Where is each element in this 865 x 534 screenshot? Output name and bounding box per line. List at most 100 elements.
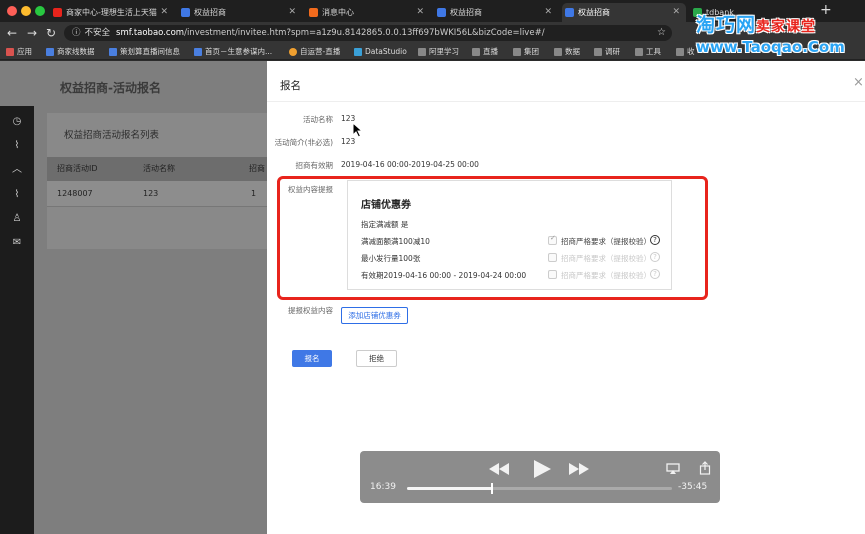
bookmark-item[interactable]: 首页－生意参谋内... bbox=[194, 46, 272, 58]
period-value: 2019-04-16 00:00-2019-04-25 00:00 bbox=[341, 160, 479, 169]
bookmark-folder[interactable]: 数据 bbox=[554, 46, 580, 58]
left-nav-rail: ◷ ⌇ ︿ ⌇ ♙ ✉ bbox=[0, 106, 34, 534]
share-icon[interactable] bbox=[699, 461, 711, 475]
url-path: /investment/invitee.htm?spm=a1z9u.814286… bbox=[184, 28, 545, 38]
table-header: 招商活动ID 活动名称 招商 bbox=[47, 157, 277, 181]
page-icon bbox=[46, 48, 54, 56]
attachment-icon[interactable]: ⌇ bbox=[11, 189, 23, 201]
minimize-window-button[interactable] bbox=[21, 6, 31, 16]
bookmark-apps[interactable]: 应用 bbox=[6, 46, 32, 58]
activity-intro-label: 活动简介(非必选) bbox=[274, 138, 333, 147]
bookmark-label: 工具 bbox=[646, 47, 661, 56]
screen: 商家中心-理想生活上天猫 ✕ 权益招商 ✕ 消息中心 ✕ 权益招商 ✕ 权益招商… bbox=[0, 0, 865, 534]
play-icon[interactable] bbox=[532, 459, 552, 479]
security-label: 不安全 bbox=[84, 28, 111, 38]
highlight-annotation bbox=[277, 176, 708, 300]
period-label: 招商有效期 bbox=[295, 161, 334, 170]
divider bbox=[267, 101, 865, 102]
page-favicon-icon bbox=[181, 8, 190, 17]
bookmark-label: 集团 bbox=[524, 47, 539, 56]
tab-close-icon[interactable]: ✕ bbox=[160, 3, 168, 22]
chevron-up-icon[interactable]: ︿ bbox=[11, 164, 23, 176]
back-arrow-icon[interactable]: ← bbox=[7, 25, 17, 41]
video-player-controls: 16:39 -35:45 bbox=[360, 451, 720, 503]
tab-close-icon[interactable]: ✕ bbox=[288, 3, 296, 22]
info-icon[interactable]: ⓘ bbox=[72, 28, 81, 38]
browser-tab-3[interactable]: 消息中心 ✕ bbox=[306, 3, 430, 22]
activity-intro-value: 123 bbox=[341, 137, 356, 146]
forward-arrow-icon[interactable]: → bbox=[27, 25, 37, 41]
bookmark-label: 商家线数据 bbox=[57, 47, 95, 56]
datastudio-icon bbox=[354, 48, 362, 56]
bookmark-label: 数据 bbox=[565, 47, 580, 56]
bookmark-item[interactable]: 自运营-直播 bbox=[289, 46, 340, 58]
browser-tab-5-active[interactable]: 权益招商 ✕ bbox=[562, 3, 686, 22]
bookmark-label: 直播 bbox=[483, 47, 498, 56]
bookmark-label: 应用 bbox=[17, 47, 32, 56]
tab-close-icon[interactable]: ✕ bbox=[672, 3, 680, 22]
reject-button[interactable]: 拒绝 bbox=[356, 350, 397, 367]
clock-icon[interactable]: ◷ bbox=[11, 116, 23, 128]
folder-icon bbox=[635, 48, 643, 56]
tab-label: 消息中心 bbox=[322, 8, 354, 17]
watermark-tagline: 卖家课堂 bbox=[756, 19, 817, 35]
browser-tab-2[interactable]: 权益招商 ✕ bbox=[178, 3, 302, 22]
bookmark-item[interactable]: DataStudio bbox=[354, 46, 407, 58]
bookmark-label: 策划算直播间信息 bbox=[120, 47, 180, 56]
bookmark-item[interactable]: 策划算直播间信息 bbox=[109, 46, 180, 58]
address-bar[interactable]: ⓘ 不安全 smf.taobao.com/investment/invitee.ht… bbox=[64, 25, 672, 41]
user-icon[interactable]: ♙ bbox=[11, 213, 23, 225]
watermark-brand: 淘巧网 bbox=[696, 14, 757, 36]
rewind-icon[interactable] bbox=[488, 462, 510, 476]
tmall-favicon-icon bbox=[53, 8, 62, 17]
folder-icon bbox=[676, 48, 684, 56]
fast-forward-icon[interactable] bbox=[568, 462, 590, 476]
page-icon bbox=[194, 48, 202, 56]
message-favicon-icon bbox=[309, 8, 318, 17]
watermark-title: 淘巧网卖家课堂 bbox=[696, 10, 816, 37]
folder-icon bbox=[554, 48, 562, 56]
table-row[interactable]: 1248007 123 1 bbox=[47, 181, 277, 207]
list-title: 权益招商活动报名列表 bbox=[64, 130, 160, 141]
page-icon bbox=[109, 48, 117, 56]
submit-signup-button[interactable]: 报名 bbox=[292, 350, 332, 367]
airplay-icon[interactable] bbox=[666, 463, 680, 475]
page-title: 权益招商-活动报名 bbox=[60, 81, 161, 95]
signup-list-panel: 权益招商活动报名列表 招商活动ID 活动名称 招商 1248007 123 1 bbox=[47, 113, 277, 249]
browser-tab-1[interactable]: 商家中心-理想生活上天猫 ✕ bbox=[50, 3, 174, 22]
browser-tab-4[interactable]: 权益招商 ✕ bbox=[434, 3, 558, 22]
mail-icon[interactable]: ✉ bbox=[11, 237, 23, 249]
bookmark-folder[interactable]: 工具 bbox=[635, 46, 661, 58]
bookmark-star-icon[interactable]: ☆ bbox=[657, 25, 666, 41]
attachment-icon[interactable]: ⌇ bbox=[11, 140, 23, 152]
close-window-button[interactable] bbox=[7, 6, 17, 16]
add-shop-coupon-button[interactable]: 添加店铺优惠券 bbox=[341, 307, 408, 324]
column-header: 招商活动ID bbox=[57, 164, 98, 173]
drawer-title: 报名 bbox=[280, 80, 301, 92]
bookmark-folder[interactable]: 直播 bbox=[472, 46, 498, 58]
elapsed-time: 16:39 bbox=[370, 482, 396, 492]
bookmark-folder[interactable]: 调研 bbox=[594, 46, 620, 58]
scrubber-handle[interactable] bbox=[490, 483, 493, 494]
bookmark-item[interactable]: 阿里学习 bbox=[418, 46, 459, 58]
scrubber-progress bbox=[407, 487, 492, 490]
remaining-time: -35:45 bbox=[678, 482, 708, 492]
bookmark-item[interactable]: 商家线数据 bbox=[46, 46, 95, 58]
close-icon[interactable]: × bbox=[853, 75, 864, 90]
tab-close-icon[interactable]: ✕ bbox=[416, 3, 424, 22]
table-cell: 1 bbox=[251, 189, 257, 198]
bookmark-folder[interactable]: 集团 bbox=[513, 46, 539, 58]
benefit-content-label: 提报权益内容 bbox=[288, 306, 333, 315]
video-scrubber[interactable] bbox=[407, 483, 672, 494]
column-header: 活动名称 bbox=[143, 164, 175, 173]
reload-icon[interactable]: ↻ bbox=[46, 25, 56, 41]
tab-label: 权益招商 bbox=[578, 8, 610, 17]
folder-icon bbox=[594, 48, 602, 56]
tab-label: 商家中心-理想生活上天猫 bbox=[66, 8, 157, 17]
page-favicon-icon bbox=[565, 8, 574, 17]
maximize-window-button[interactable] bbox=[35, 6, 45, 16]
tab-close-icon[interactable]: ✕ bbox=[544, 3, 552, 22]
folder-icon bbox=[513, 48, 521, 56]
bookmark-label: DataStudio bbox=[365, 47, 407, 56]
table-cell: 123 bbox=[143, 189, 159, 198]
